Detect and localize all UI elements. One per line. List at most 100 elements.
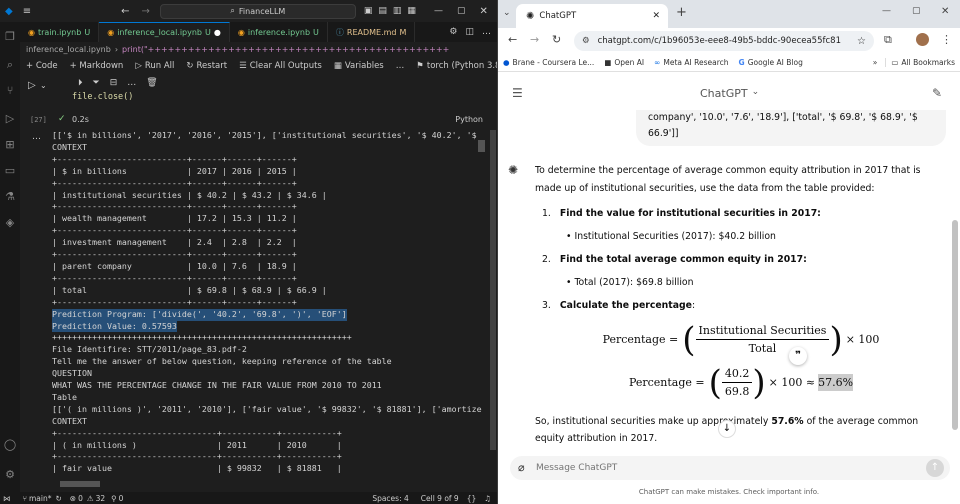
settings-gear-icon[interactable]: ⚙ (449, 27, 457, 37)
breadcrumb[interactable]: inference_local.ipynb › print("+++++++++… (20, 42, 497, 56)
run-cell-icon[interactable]: ▷ (28, 80, 36, 91)
clear-outputs-button[interactable]: ☰ Clear All Outputs (233, 61, 328, 71)
tab-readme-md[interactable]: ⓘ README.md M (328, 22, 416, 42)
more-bookmarks-icon[interactable]: » (865, 58, 886, 67)
error-count[interactable]: 0 (78, 494, 83, 503)
extensions-icon[interactable]: ⊞ (3, 138, 17, 152)
ports-count[interactable]: 0 (119, 494, 124, 503)
send-button[interactable]: ↑ (926, 459, 944, 477)
tab-search-icon[interactable]: ⌄ (503, 8, 511, 18)
explorer-icon[interactable]: ❐ (3, 30, 17, 44)
sync-icon[interactable]: ↻ (56, 494, 62, 503)
more-actions-icon[interactable]: … (482, 27, 491, 37)
search-label: FinanceLLM (238, 6, 286, 16)
tab-chatgpt[interactable]: ✺ ChatGPT ✕ (516, 4, 668, 28)
all-bookmarks[interactable]: ▭ All Bookmarks (885, 58, 960, 67)
close-icon[interactable]: ✕ (479, 6, 487, 17)
extensions-icon[interactable]: ⧉ (884, 33, 892, 47)
output-line: | investment management | 2.4 | 2.8 | 2.… (52, 237, 297, 248)
sidebar-toggle-icon[interactable]: ☰ (512, 86, 523, 100)
layout-icon-3[interactable]: ▥ (393, 6, 402, 16)
minimize-icon[interactable]: — (882, 6, 891, 16)
omnibox[interactable]: ⚙ chatgpt.com/c/1b96053e-eee8-49b5-bddc-… (574, 31, 874, 51)
account-icon[interactable]: ◯ (3, 438, 17, 452)
output-scrollbar[interactable] (478, 140, 485, 152)
attach-icon[interactable]: ⌀ (518, 461, 525, 474)
braces-icon[interactable]: {} (467, 494, 477, 503)
chevron-down-icon[interactable]: ⌄ (40, 81, 47, 90)
step-bullet: • Institutional Securities (2017): $40.2… (566, 230, 776, 242)
more-icon[interactable]: … (390, 61, 411, 71)
close-icon[interactable]: ✕ (941, 6, 949, 17)
search-icon[interactable]: ⌕ (3, 58, 17, 72)
tab-inference-ipynb[interactable]: ◉ inference.ipynb U (230, 22, 328, 42)
url-text[interactable]: chatgpt.com/c/1b96053e-eee8-49b5-bddc-90… (598, 36, 841, 46)
forward-arrow-icon[interactable]: → (141, 6, 149, 17)
back-arrow-icon[interactable]: ← (121, 6, 129, 17)
bookmark-item-openai[interactable]: ■ Open AI (599, 58, 649, 67)
output-more-icon[interactable]: … (32, 132, 41, 142)
code-line[interactable]: file.close() (72, 92, 133, 102)
profile-avatar[interactable] (916, 33, 929, 46)
indentation[interactable]: Spaces: 4 (372, 494, 408, 503)
horizontal-scrollbar[interactable] (60, 481, 100, 487)
back-icon[interactable]: ← (508, 33, 517, 46)
delete-cell-icon[interactable]: 🗑 (146, 78, 157, 88)
tab-label: README.md (346, 27, 397, 37)
layout-icon-4[interactable]: ▦ (407, 6, 416, 16)
split-editor-icon[interactable]: ◫ (465, 27, 474, 37)
tab-train-ipynb[interactable]: ◉ train.ipynb U (20, 22, 100, 42)
scroll-down-button[interactable]: ↓ (718, 420, 736, 438)
add-markdown-button[interactable]: + Markdown (64, 61, 130, 71)
branch-name[interactable]: main* (29, 494, 52, 503)
docker-icon[interactable]: ◈ (3, 216, 17, 230)
command-center-search[interactable]: ⌕ FinanceLLM (159, 3, 356, 19)
new-chat-icon[interactable]: ✎ (932, 86, 942, 100)
quote-icon[interactable]: ❞ (789, 347, 807, 365)
run-below-icon[interactable]: ⏷ (93, 78, 100, 88)
variables-button[interactable]: ▦ Variables (328, 61, 390, 71)
run-all-button[interactable]: ▷ Run All (129, 61, 180, 71)
breadcrumb-symbol[interactable]: print("+++++++++++++++++++++++++++++++++… (122, 45, 449, 54)
breadcrumb-file[interactable]: inference_local.ipynb (26, 45, 111, 54)
maximize-icon[interactable]: ▢ (912, 6, 921, 16)
bookmark-item-meta[interactable]: ∞ Meta AI Research (649, 58, 733, 67)
run-above-icon[interactable]: ⏵ (78, 78, 83, 88)
add-code-button[interactable]: + Code (20, 61, 64, 71)
chrome-menu-icon[interactable]: ⋮ (941, 33, 952, 46)
chrome-scrollbar[interactable] (952, 220, 958, 430)
tab-inference-local-ipynb[interactable]: ◉ inference_local.ipynb U ● (99, 22, 230, 42)
editor-scrollbar[interactable] (490, 130, 496, 450)
run-debug-icon[interactable]: ▷ (3, 112, 17, 126)
tab-close-icon[interactable]: ✕ (652, 11, 660, 21)
new-tab-icon[interactable]: + (676, 5, 687, 20)
cell-language[interactable]: Python (455, 115, 483, 124)
split-cell-icon[interactable]: ⊟ (110, 78, 118, 88)
restart-button[interactable]: ↻ Restart (180, 61, 233, 71)
message-input[interactable] (536, 460, 916, 476)
reload-icon[interactable]: ↻ (552, 33, 561, 46)
remote-indicator-icon[interactable]: ⋈ (3, 494, 11, 503)
unsaved-dot-icon[interactable]: ● (214, 28, 221, 37)
settings-gear-icon[interactable]: ⚙ (3, 468, 17, 482)
minimize-icon[interactable]: — (434, 6, 443, 16)
maximize-icon[interactable]: ▢ (457, 6, 466, 16)
layout-icon[interactable]: ▣ (364, 6, 373, 16)
bookmark-star-icon[interactable]: ☆ (857, 36, 866, 47)
menu-icon[interactable]: ≡ (23, 6, 31, 17)
bell-icon[interactable]: ♫ (484, 494, 491, 503)
layout-icon-2[interactable]: ▤ (378, 6, 387, 16)
warning-count[interactable]: 32 (96, 494, 106, 503)
cell-position[interactable]: Cell 9 of 9 (421, 494, 459, 503)
message-composer[interactable]: ⌀ ↑ (510, 456, 950, 480)
remote-icon[interactable]: ▭ (3, 164, 17, 178)
site-info-icon[interactable]: ⚙ (582, 36, 590, 46)
source-control-icon[interactable]: ⑂ (3, 84, 17, 98)
bookmark-item-brane[interactable]: ● Brane - Coursera Le... (498, 58, 599, 67)
model-selector[interactable]: ChatGPT ⌄ (700, 87, 759, 100)
bookmark-item-google-ai[interactable]: G Google AI Blog (734, 58, 808, 67)
more-actions-icon[interactable]: … (127, 78, 136, 88)
testing-icon[interactable]: ⚗ (3, 190, 17, 204)
forward-icon[interactable]: → (530, 33, 539, 46)
code-cell[interactable]: ▷ ⌄ ⏵ ⏷ ⊟ … 🗑 file.close() [27] ✓ 0.2s P… (20, 74, 497, 129)
